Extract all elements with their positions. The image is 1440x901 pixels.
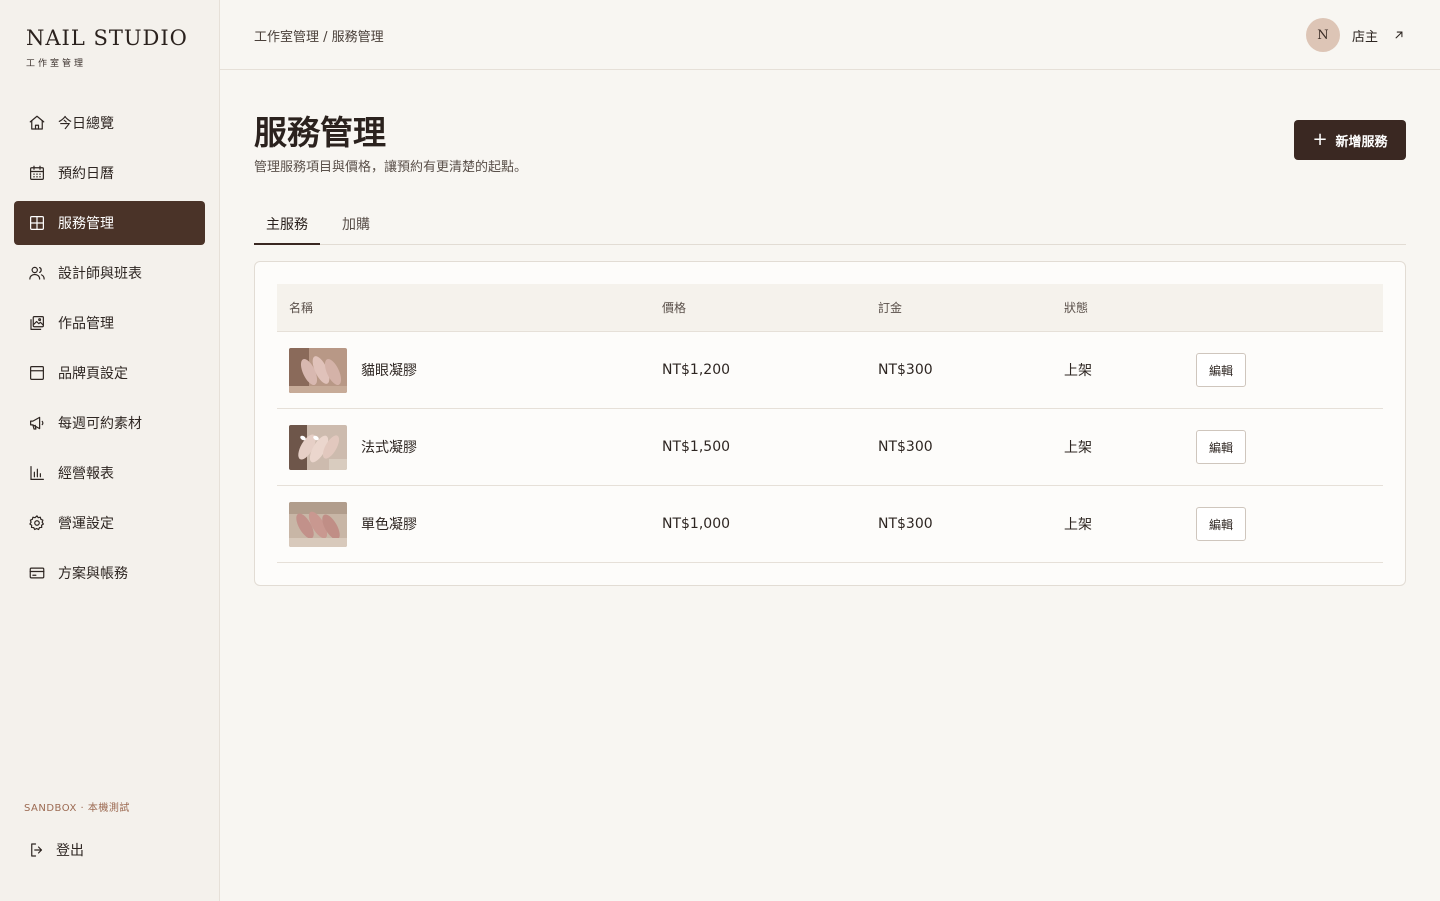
logout-button[interactable]: 登出 bbox=[28, 840, 84, 860]
sidebar-item-label: 服務管理 bbox=[58, 216, 114, 232]
sidebar-item-operations[interactable]: 營運設定 bbox=[14, 501, 205, 545]
service-deposit: NT$300 bbox=[878, 516, 933, 532]
avatar[interactable]: N bbox=[1305, 18, 1340, 52]
sidebar-item-overview[interactable]: 今日總覽 bbox=[14, 101, 205, 145]
row-actions: 編輯 bbox=[1196, 353, 1383, 387]
logout-icon bbox=[28, 841, 46, 859]
service-price: NT$1,000 bbox=[662, 516, 731, 532]
row-actions: 編輯 bbox=[1196, 507, 1383, 541]
tab-main-services[interactable]: 主服務 bbox=[254, 206, 320, 245]
sidebar-item-label: 每週可約素材 bbox=[58, 416, 142, 432]
layout-icon bbox=[28, 364, 46, 382]
sidebar-item-services[interactable]: 服務管理 bbox=[14, 201, 205, 245]
service-name-cell: 單色凝膠 bbox=[277, 501, 662, 547]
sidebar-item-label: 今日總覽 bbox=[58, 116, 114, 132]
sidebar-item-label: 預約日曆 bbox=[58, 166, 114, 182]
tab-add-ons[interactable]: 加購 bbox=[330, 206, 382, 245]
edit-button[interactable]: 編輯 bbox=[1196, 430, 1246, 464]
user-menu[interactable]: N 店主 bbox=[1305, 18, 1406, 52]
sidebar-item-calendar[interactable]: 預約日曆 bbox=[14, 151, 205, 195]
row-actions: 編輯 bbox=[1196, 430, 1383, 464]
service-status: 上架 bbox=[1064, 517, 1092, 533]
table-row: 單色凝膠 NT$1,000 NT$300 上架 編輯 bbox=[277, 486, 1383, 563]
service-status: 上架 bbox=[1064, 363, 1092, 379]
service-name-cell: 貓眼凝膠 bbox=[277, 347, 662, 393]
edit-button[interactable]: 編輯 bbox=[1196, 507, 1246, 541]
service-deposit: NT$300 bbox=[878, 439, 933, 455]
gallery-icon bbox=[28, 314, 46, 332]
user-name[interactable]: 店主 bbox=[1352, 26, 1378, 45]
gear-icon bbox=[28, 514, 46, 532]
brand-logo[interactable]: NAIL STUDIO 工作室管理 bbox=[26, 26, 188, 69]
users-icon bbox=[28, 264, 46, 282]
sidebar-item-label: 設計師與班表 bbox=[58, 266, 142, 282]
sidebar-item-label: 經營報表 bbox=[58, 466, 114, 482]
home-icon bbox=[28, 114, 46, 132]
service-deposit: NT$300 bbox=[878, 362, 933, 378]
service-thumbnail bbox=[289, 424, 347, 470]
breadcrumb: 工作室管理 / 服務管理 bbox=[254, 30, 384, 45]
bar-chart-icon bbox=[28, 464, 46, 482]
page-title: 服務管理 bbox=[254, 113, 386, 152]
sidebar-item-label: 作品管理 bbox=[58, 316, 114, 332]
table-header: 名稱 價格 訂金 狀態 bbox=[277, 284, 1383, 332]
sidebar-item-weekly-assets[interactable]: 每週可約素材 bbox=[14, 401, 205, 445]
edit-button[interactable]: 編輯 bbox=[1196, 353, 1246, 387]
page-description: 管理服務項目與價格，讓預約有更清楚的起點。 bbox=[254, 160, 528, 175]
sidebar-item-reports[interactable]: 經營報表 bbox=[14, 451, 205, 495]
column-header-deposit: 訂金 bbox=[878, 301, 903, 315]
plus-icon: + bbox=[1312, 129, 1328, 150]
add-service-label: 新增服務 bbox=[1335, 134, 1388, 150]
service-thumbnail bbox=[289, 501, 347, 547]
service-name-cell: 法式凝膠 bbox=[277, 424, 662, 470]
sidebar-item-works[interactable]: 作品管理 bbox=[14, 301, 205, 345]
sidebar-item-label: 品牌頁設定 bbox=[58, 366, 128, 382]
sidebar-item-brand-page[interactable]: 品牌頁設定 bbox=[14, 351, 205, 395]
column-header-name: 名稱 bbox=[289, 301, 314, 315]
service-status: 上架 bbox=[1064, 440, 1092, 456]
column-header-price: 價格 bbox=[662, 301, 687, 315]
calendar-icon bbox=[28, 164, 46, 182]
service-name: 單色凝膠 bbox=[361, 517, 417, 533]
service-price: NT$1,500 bbox=[662, 439, 731, 455]
add-service-button[interactable]: + 新增服務 bbox=[1294, 120, 1406, 160]
brand-subtitle: 工作室管理 bbox=[26, 59, 87, 69]
sidebar-item-billing[interactable]: 方案與帳務 bbox=[14, 551, 205, 595]
sandbox-badge: SANDBOX · 本機測試 bbox=[24, 803, 130, 814]
sidebar-item-label: 方案與帳務 bbox=[58, 566, 128, 582]
sidebar-item-label: 營運設定 bbox=[58, 516, 114, 532]
topbar: 工作室管理 / 服務管理 N 店主 bbox=[220, 0, 1440, 70]
credit-card-icon bbox=[28, 564, 46, 582]
service-price: NT$1,200 bbox=[662, 362, 731, 378]
brand-title: NAIL STUDIO bbox=[26, 26, 188, 50]
sidebar-item-designers[interactable]: 設計師與班表 bbox=[14, 251, 205, 295]
table-row: 法式凝膠 NT$1,500 NT$300 上架 編輯 bbox=[277, 409, 1383, 486]
external-link-icon[interactable] bbox=[1392, 28, 1406, 42]
table-row: 貓眼凝膠 NT$1,200 NT$300 上架 編輯 bbox=[277, 332, 1383, 409]
logout-label: 登出 bbox=[56, 843, 84, 859]
services-table: 名稱 價格 訂金 狀態 貓眼凝膠 NT$1,200 NT$300 上架 編輯 法… bbox=[277, 284, 1383, 563]
service-thumbnail bbox=[289, 347, 347, 393]
service-name: 貓眼凝膠 bbox=[361, 363, 417, 379]
service-tabs: 主服務 加購 bbox=[254, 206, 1406, 245]
grid-icon bbox=[28, 214, 46, 232]
sidebar-nav: 今日總覽 預約日曆 服務管理 設計師與班表 作品管理 品牌頁設定 每週可約素材 … bbox=[14, 101, 205, 601]
column-header-status: 狀態 bbox=[1064, 301, 1089, 315]
sidebar: NAIL STUDIO 工作室管理 今日總覽 預約日曆 服務管理 設計師與班表 … bbox=[0, 0, 220, 901]
services-card: 名稱 價格 訂金 狀態 貓眼凝膠 NT$1,200 NT$300 上架 編輯 法… bbox=[254, 261, 1406, 586]
megaphone-icon bbox=[28, 414, 46, 432]
service-name: 法式凝膠 bbox=[361, 440, 417, 456]
